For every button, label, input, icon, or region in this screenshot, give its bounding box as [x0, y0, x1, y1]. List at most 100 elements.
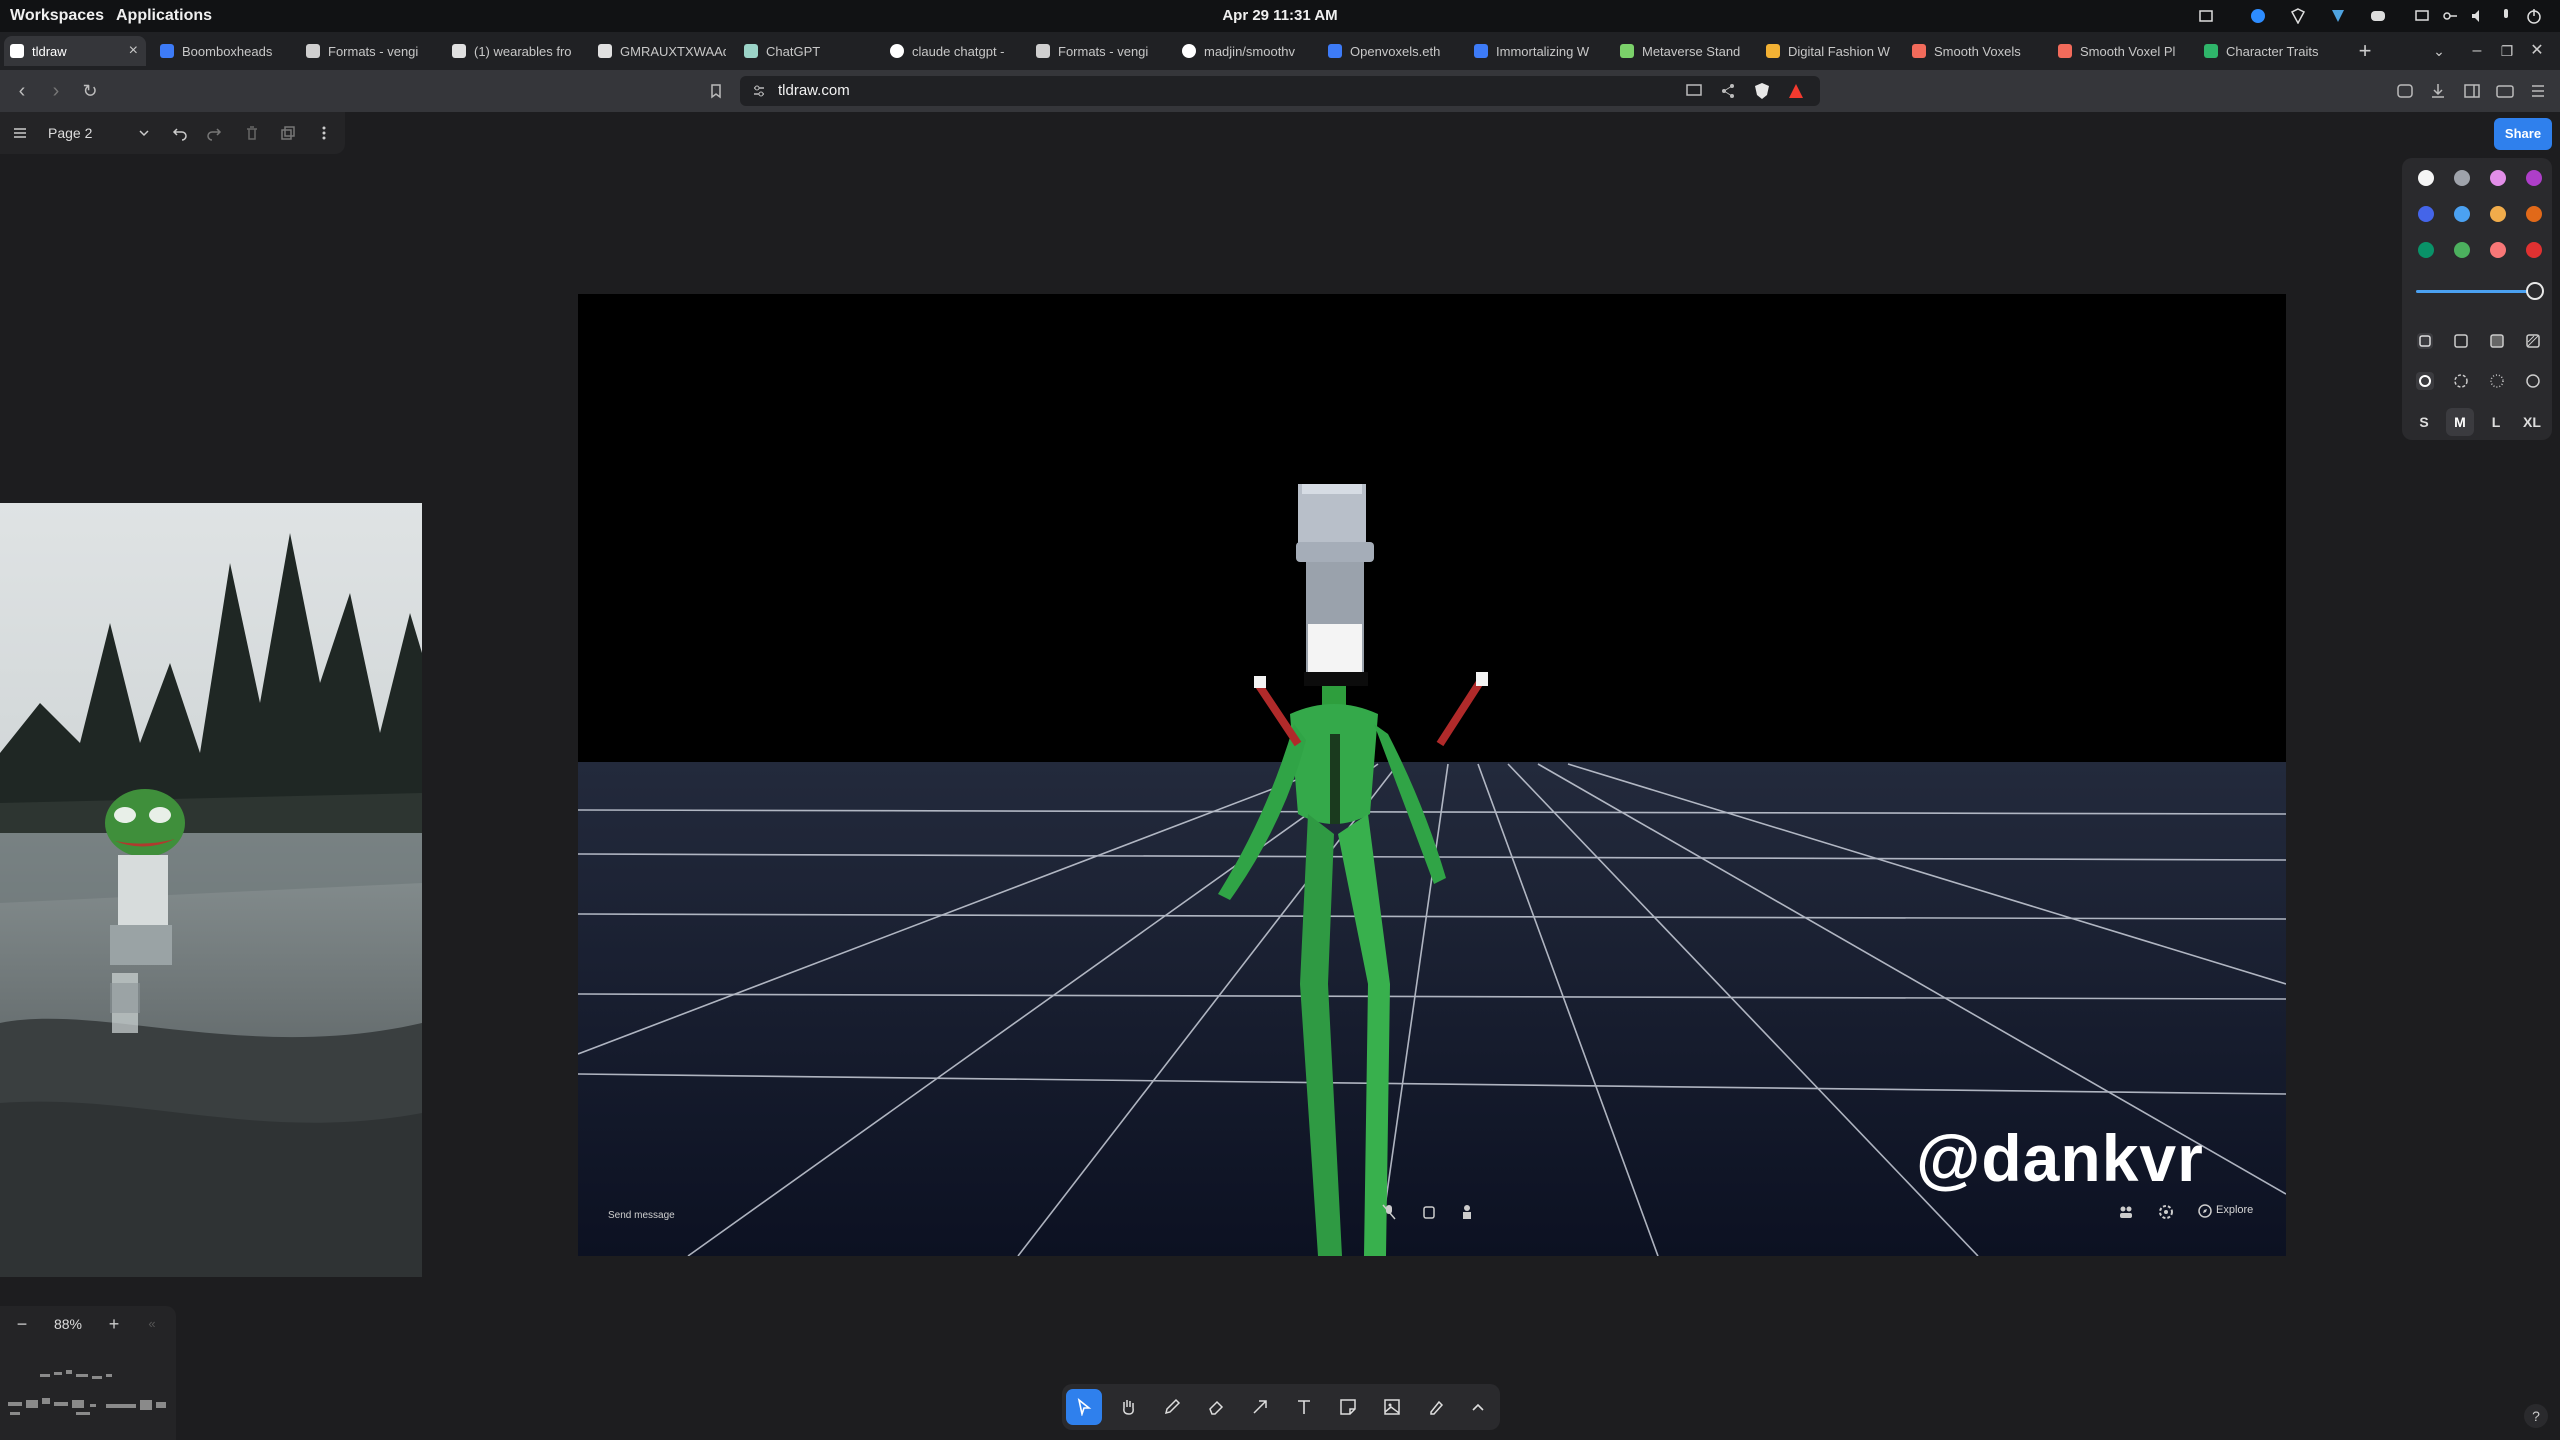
- cast-icon[interactable]: [1686, 84, 1702, 98]
- url-text[interactable]: tldraw.com: [778, 76, 850, 106]
- color-swatch-yellow[interactable]: [2490, 206, 2506, 222]
- fill-none-icon[interactable]: [2416, 332, 2434, 350]
- tab-tldraw[interactable]: tldraw ×: [4, 36, 146, 66]
- color-swatch-white[interactable]: [2418, 170, 2434, 186]
- reload-icon[interactable]: ↻: [78, 79, 102, 103]
- explore-button[interactable]: Explore: [2216, 1204, 2253, 1216]
- page-chevron-down-icon[interactable]: [138, 127, 150, 139]
- restore-icon[interactable]: ❐: [2496, 36, 2518, 66]
- zoom-app-icon[interactable]: [2250, 8, 2266, 24]
- collapse-minimap-icon[interactable]: «: [142, 1312, 162, 1336]
- zoom-level[interactable]: 88%: [46, 1316, 90, 1332]
- fill-pattern-icon[interactable]: [2524, 332, 2542, 350]
- tab-immortalizing[interactable]: Immortalizing W: [1468, 36, 1602, 66]
- hand-tool-button[interactable]: [1110, 1389, 1146, 1425]
- color-swatch-blue[interactable]: [2418, 206, 2434, 222]
- dash-dashed-icon[interactable]: [2452, 372, 2470, 390]
- voxel-avatar-scene-image[interactable]: @dankvr Send message Explore: [578, 294, 2286, 1256]
- power-icon[interactable]: [2526, 8, 2542, 24]
- tab-list-chevron-icon[interactable]: ⌄: [2428, 36, 2450, 66]
- draw-tool-button[interactable]: [1154, 1389, 1190, 1425]
- color-swatch-light-blue[interactable]: [2454, 206, 2470, 222]
- key-icon[interactable]: [2442, 8, 2458, 24]
- select-tool-button[interactable]: [1066, 1389, 1102, 1425]
- color-swatch-light-red[interactable]: [2490, 242, 2506, 258]
- color-swatch-light-violet[interactable]: [2490, 170, 2506, 186]
- window-icon[interactable]: [2198, 8, 2214, 24]
- tab-digital-fashion[interactable]: Digital Fashion W: [1760, 36, 1894, 66]
- brave-shields-icon[interactable]: [1754, 82, 1770, 100]
- tab-formats-vengi[interactable]: Formats - vengi: [300, 36, 434, 66]
- settings-gear-icon[interactable]: [2158, 1204, 2174, 1220]
- discord-icon[interactable]: [2370, 8, 2386, 24]
- lake-photo-image[interactable]: [0, 503, 422, 1277]
- dash-dotted-icon[interactable]: [2488, 372, 2506, 390]
- share-page-icon[interactable]: [1720, 83, 1736, 99]
- more-options-icon[interactable]: [316, 125, 332, 141]
- send-message-label[interactable]: Send message: [608, 1210, 675, 1221]
- tab-formats-vengi-2[interactable]: Formats - vengi: [1030, 36, 1164, 66]
- microphone-icon[interactable]: [2498, 8, 2514, 24]
- vpn-icon[interactable]: [2330, 8, 2346, 24]
- site-settings-icon[interactable]: [752, 84, 766, 98]
- wallet-icon[interactable]: [2496, 83, 2514, 99]
- back-icon[interactable]: ‹: [10, 79, 34, 103]
- duplicate-icon[interactable]: [280, 125, 296, 141]
- note-tool-button[interactable]: [1330, 1389, 1366, 1425]
- text-tool-button[interactable]: [1286, 1389, 1322, 1425]
- size-s-button[interactable]: S: [2410, 408, 2438, 436]
- share-button[interactable]: Share: [2494, 118, 2552, 150]
- sidebar-icon[interactable]: [2464, 83, 2480, 99]
- screen-icon[interactable]: [2414, 8, 2430, 24]
- clock[interactable]: Apr 29 11:31 AM: [1180, 0, 1380, 32]
- workspaces-menu[interactable]: Workspaces: [10, 0, 104, 32]
- color-swatch-green[interactable]: [2418, 242, 2434, 258]
- tab-metaverse-standards[interactable]: Metaverse Stand: [1614, 36, 1748, 66]
- emote-icon[interactable]: [1422, 1204, 1436, 1220]
- page-name[interactable]: Page 2: [48, 112, 92, 154]
- fill-solid-icon[interactable]: [2488, 332, 2506, 350]
- help-button[interactable]: ?: [2524, 1404, 2548, 1428]
- forward-icon[interactable]: ›: [44, 79, 68, 103]
- tab-gmrauxtx[interactable]: GMRAUXTXWAAd: [592, 36, 726, 66]
- dash-draw-icon[interactable]: [2416, 372, 2434, 390]
- tab-smooth-voxel-pl[interactable]: Smooth Voxel Pl: [2052, 36, 2186, 66]
- tab-character-traits[interactable]: Character Traits: [2198, 36, 2352, 66]
- highlight-tool-button[interactable]: [1418, 1389, 1454, 1425]
- new-tab-button[interactable]: +: [2352, 36, 2378, 66]
- color-swatch-red[interactable]: [2526, 242, 2542, 258]
- undo-icon[interactable]: [172, 125, 188, 141]
- arrow-tool-button[interactable]: [1242, 1389, 1278, 1425]
- color-swatch-grey[interactable]: [2454, 170, 2470, 186]
- people-icon[interactable]: [2118, 1204, 2134, 1220]
- delete-icon[interactable]: [244, 125, 260, 141]
- explore-compass-icon[interactable]: [2198, 1204, 2212, 1218]
- mute-mic-icon[interactable]: [1382, 1204, 1396, 1220]
- color-swatch-orange[interactable]: [2526, 206, 2542, 222]
- extensions-icon[interactable]: [2396, 83, 2414, 99]
- minimize-icon[interactable]: –: [2466, 36, 2488, 66]
- tab-openvoxels[interactable]: Openvoxels.eth: [1322, 36, 1456, 66]
- color-swatch-light-green[interactable]: [2454, 242, 2470, 258]
- applications-menu[interactable]: Applications: [116, 0, 212, 32]
- opacity-slider-thumb[interactable]: [2526, 282, 2544, 300]
- eraser-tool-button[interactable]: [1198, 1389, 1234, 1425]
- minimap[interactable]: [6, 1366, 170, 1426]
- tab-madjin-smoothv[interactable]: madjin/smoothv: [1176, 36, 1310, 66]
- opacity-slider-track[interactable]: [2416, 290, 2534, 293]
- address-bar[interactable]: tldraw.com: [740, 76, 1820, 106]
- close-tab-icon[interactable]: ×: [129, 42, 138, 60]
- redo-icon[interactable]: [206, 125, 222, 141]
- hamburger-menu-icon[interactable]: [12, 125, 28, 141]
- size-l-button[interactable]: L: [2482, 408, 2510, 436]
- download-icon[interactable]: [2430, 83, 2446, 99]
- size-xl-button[interactable]: XL: [2518, 408, 2546, 436]
- shield-app-icon[interactable]: [2290, 8, 2306, 24]
- dash-solid-icon[interactable]: [2524, 372, 2542, 390]
- tab-wearables[interactable]: (1) wearables fro: [446, 36, 580, 66]
- volume-icon[interactable]: [2470, 8, 2486, 24]
- tab-claude-chatgpt[interactable]: claude chatgpt -: [884, 36, 1018, 66]
- zoom-in-icon[interactable]: +: [104, 1312, 124, 1336]
- tab-smooth-voxels[interactable]: Smooth Voxels: [1906, 36, 2040, 66]
- bookmark-icon[interactable]: [708, 83, 724, 99]
